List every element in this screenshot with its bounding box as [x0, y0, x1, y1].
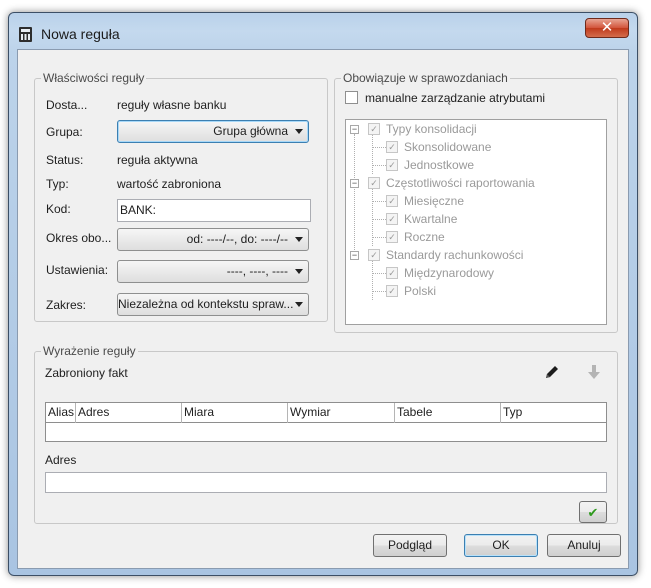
- dialog-content: Właściwości reguły Dosta... reguły własn…: [17, 49, 629, 569]
- rule-expression-legend: Wyrażenie reguły: [43, 344, 136, 358]
- period-select-value: od: ----/--, do: ----/--: [186, 232, 288, 246]
- manual-attributes-label[interactable]: manualne zarządzanie atrybutami: [365, 91, 545, 105]
- tree-checkbox[interactable]: ✓: [386, 267, 398, 279]
- tree-node-label: Skonsolidowane: [404, 140, 492, 154]
- tree-connector: [372, 165, 386, 166]
- address-label: Adres: [45, 453, 77, 467]
- tree-connector: [354, 134, 355, 260]
- report-attributes-tree[interactable]: − ✓ Typy konsolidacji ✓ Skonsolidowane ✓…: [345, 119, 607, 325]
- tree-checkbox[interactable]: ✓: [368, 249, 380, 261]
- dialog-window: Nowa reguła ✕ Właściwości reguły Dosta..…: [8, 12, 638, 576]
- tree-node-label: Miesięczne: [404, 194, 465, 208]
- tree-connector: [372, 273, 386, 274]
- tree-checkbox[interactable]: ✓: [386, 141, 398, 153]
- column-header-dimension[interactable]: Wymiar: [288, 403, 395, 423]
- confirm-expression-button[interactable]: ✔: [579, 501, 607, 523]
- settings-label: Ustawienia:: [46, 263, 109, 277]
- tree-checkbox[interactable]: ✓: [386, 213, 398, 225]
- group-select[interactable]: Grupa główna: [117, 120, 309, 143]
- scope-select-value: Niezależna od kontekstu spraw...: [118, 297, 294, 311]
- column-header-address[interactable]: Adres: [76, 403, 182, 423]
- group-select-value: Grupa główna: [213, 124, 288, 138]
- preview-button[interactable]: Podgląd: [373, 534, 447, 557]
- scope-select[interactable]: Niezależna od kontekstu spraw...: [117, 293, 309, 316]
- pencil-icon[interactable]: [543, 363, 561, 381]
- ok-button[interactable]: OK: [464, 534, 538, 557]
- cancel-button[interactable]: Anuluj: [547, 534, 621, 557]
- tree-connector: [372, 201, 386, 202]
- tree-node-label: Polski: [404, 284, 437, 298]
- type-label: Typ:: [46, 177, 69, 191]
- tree-checkbox[interactable]: ✓: [368, 177, 380, 189]
- collapse-icon[interactable]: −: [350, 251, 359, 260]
- chevron-down-icon: [295, 129, 303, 134]
- group-label: Grupa:: [46, 125, 83, 139]
- calculator-icon: [19, 27, 32, 42]
- tree-connector: [372, 260, 373, 300]
- settings-select[interactable]: ----, ----, ----: [117, 260, 309, 283]
- status-label: Status:: [46, 153, 84, 167]
- chevron-down-icon: [295, 269, 303, 274]
- address-input[interactable]: [45, 472, 607, 493]
- fact-table-header: Alias Adres Miara Wymiar Tabele Typ: [46, 403, 606, 423]
- close-button[interactable]: ✕: [585, 18, 629, 38]
- collapse-icon[interactable]: −: [350, 179, 359, 188]
- title-bar[interactable]: Nowa reguła ✕: [9, 13, 637, 49]
- arrow-down-icon[interactable]: [586, 363, 602, 381]
- tree-connector: [372, 237, 386, 238]
- rule-properties-legend: Właściwości reguły: [43, 71, 145, 85]
- settings-select-value: ----, ----, ----: [226, 264, 288, 278]
- reports-legend: Obowiązuje w sprawozdaniach: [343, 71, 508, 85]
- rule-expression-group: Wyrażenie reguły Zabroniony fakt Alias A…: [34, 344, 618, 524]
- tree-node-label: Standardy rachunkowości: [386, 248, 524, 262]
- tree-connector: [372, 134, 373, 174]
- tree-checkbox[interactable]: ✓: [386, 231, 398, 243]
- column-header-alias[interactable]: Alias: [46, 403, 76, 423]
- code-input[interactable]: BANK:: [117, 199, 311, 222]
- forbidden-fact-label: Zabroniony fakt: [45, 366, 128, 380]
- reports-group: Obowiązuje w sprawozdaniach manualne zar…: [334, 71, 618, 333]
- tree-node-label: Roczne: [404, 230, 445, 244]
- code-label: Kod:: [46, 202, 71, 216]
- type-value: wartość zabroniona: [117, 177, 222, 191]
- status-value: reguła aktywna: [117, 153, 198, 167]
- tree-checkbox[interactable]: ✓: [386, 159, 398, 171]
- collapse-icon[interactable]: −: [350, 125, 359, 134]
- chevron-down-icon: [295, 302, 303, 307]
- checkmark-icon: ✔: [587, 505, 599, 520]
- scope-label: Zakres:: [46, 298, 87, 312]
- tree-node-label: Typy konsolidacji: [386, 122, 477, 136]
- period-label: Okres obo...: [46, 231, 112, 245]
- fact-table[interactable]: Alias Adres Miara Wymiar Tabele Typ: [45, 402, 607, 442]
- tree-checkbox[interactable]: ✓: [368, 123, 380, 135]
- column-header-type[interactable]: Typ: [501, 403, 606, 423]
- provider-value: reguły własne banku: [117, 98, 227, 112]
- tree-connector: [372, 219, 386, 220]
- tree-node-label: Jednostkowe: [404, 158, 475, 172]
- column-header-tables[interactable]: Tabele: [395, 403, 501, 423]
- tree-node-label: Częstotliwości raportowania: [386, 176, 535, 190]
- tree-node-label: Kwartalne: [404, 212, 458, 226]
- tree-checkbox[interactable]: ✓: [386, 195, 398, 207]
- period-select[interactable]: od: ----/--, do: ----/--: [117, 228, 309, 251]
- tree-checkbox[interactable]: ✓: [386, 285, 398, 297]
- tree-node-label: Międzynarodowy: [404, 266, 495, 280]
- chevron-down-icon: [295, 237, 303, 242]
- tree-connector: [372, 147, 386, 148]
- manual-attributes-checkbox[interactable]: [345, 91, 358, 104]
- column-header-measure[interactable]: Miara: [182, 403, 288, 423]
- window-title: Nowa reguła: [41, 26, 120, 42]
- tree-connector: [372, 291, 386, 292]
- provider-label: Dosta...: [46, 98, 88, 112]
